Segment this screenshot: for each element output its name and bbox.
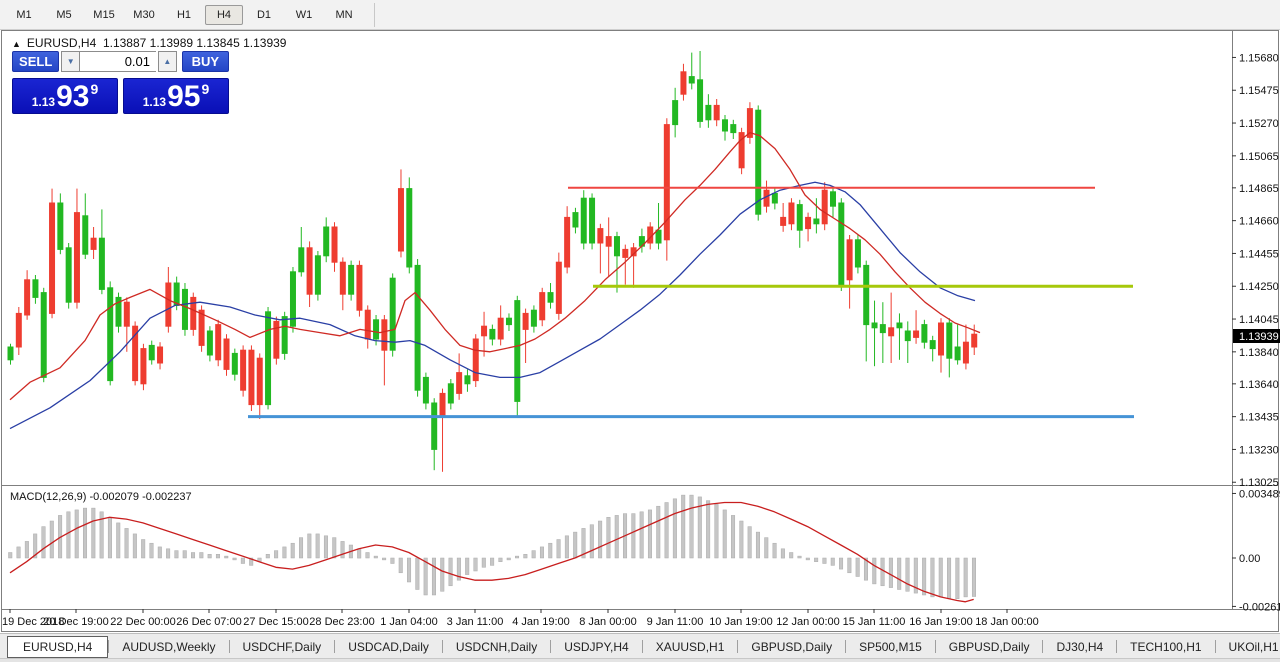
svg-text:4 Jan 19:00: 4 Jan 19:00 — [512, 616, 570, 628]
svg-text:27 Dec 15:00: 27 Dec 15:00 — [243, 616, 308, 628]
svg-text:1.14865: 1.14865 — [1239, 183, 1279, 195]
svg-text:15 Jan 11:00: 15 Jan 11:00 — [843, 616, 906, 628]
tab-dj30-h4[interactable]: DJ30,H4 — [1043, 637, 1116, 657]
timeframe-m30[interactable]: M30 — [125, 5, 163, 25]
svg-text:1.13025: 1.13025 — [1239, 477, 1279, 489]
tab-gbpusd-daily[interactable]: GBPUSD,Daily — [738, 637, 845, 657]
timeframe-m5[interactable]: M5 — [45, 5, 83, 25]
tab-usdcad-daily[interactable]: USDCAD,Daily — [335, 637, 442, 657]
status-strip — [0, 658, 1280, 662]
tab-ukoil-h1[interactable]: UKOil,H1 — [1216, 637, 1280, 657]
buy-price-prefix: 1.13 — [143, 95, 166, 109]
timeframe-m1[interactable]: M1 — [5, 5, 43, 25]
svg-text:-0.002617: -0.002617 — [1239, 601, 1280, 613]
chart-ohlc: 1.13887 1.13989 1.13845 1.13939 — [103, 36, 287, 50]
collapse-panel-icon[interactable]: ▲ — [12, 39, 21, 49]
svg-text:18 Jan 00:00: 18 Jan 00:00 — [975, 616, 1039, 628]
svg-text:1.15270: 1.15270 — [1239, 118, 1279, 130]
timeframe-d1[interactable]: D1 — [245, 5, 283, 25]
tab-sp500-m15[interactable]: SP500,M15 — [846, 637, 935, 657]
timeframe-m15[interactable]: M15 — [85, 5, 123, 25]
chart-title: ▲ EURUSD,H4 1.13887 1.13989 1.13845 1.139… — [12, 36, 286, 50]
svg-text:1.13230: 1.13230 — [1239, 444, 1279, 456]
svg-text:20 Dec 19:00: 20 Dec 19:00 — [43, 616, 108, 628]
buy-price-panel[interactable]: 1.13959 — [123, 78, 229, 114]
chart-canvas[interactable]: 1.15680 1.15475 1.15270 1.15065 1.14865 1.146… — [0, 30, 1280, 633]
svg-text:22 Dec 00:00: 22 Dec 00:00 — [110, 616, 175, 628]
svg-text:1.14045: 1.14045 — [1239, 314, 1279, 326]
buy-price-sup: 9 — [201, 81, 209, 97]
buy-price-big: 95 — [167, 82, 200, 112]
tab-usdchf-daily[interactable]: USDCHF,Daily — [230, 637, 335, 657]
volume-decrease-button[interactable]: ▼ — [61, 51, 80, 72]
tab-audusd-weekly[interactable]: AUDUSD,Weekly — [109, 637, 228, 657]
svg-text:1.15065: 1.15065 — [1239, 151, 1279, 163]
timeframe-mn[interactable]: MN — [325, 5, 363, 25]
svg-text:16 Jan 19:00: 16 Jan 19:00 — [909, 616, 973, 628]
svg-text:0.00: 0.00 — [1239, 553, 1260, 565]
timeframe-h1[interactable]: H1 — [165, 5, 203, 25]
timeframe-toolbar: M1M5M15M30H1H4D1W1MN — [0, 0, 1280, 30]
svg-text:28 Dec 23:00: 28 Dec 23:00 — [309, 616, 374, 628]
tab-eurusd-h4[interactable]: EURUSD,H4 — [7, 636, 108, 658]
timeframe-w1[interactable]: W1 — [285, 5, 323, 25]
svg-text:1.13640: 1.13640 — [1239, 379, 1279, 391]
timeframe-h4[interactable]: H4 — [205, 5, 243, 25]
tab-tech100-h1[interactable]: TECH100,H1 — [1117, 637, 1214, 657]
toolbar-separator — [374, 3, 375, 27]
chevron-down-icon: ▼ — [67, 57, 75, 66]
sell-price-sup: 9 — [90, 81, 98, 97]
sell-price-panel[interactable]: 1.13939 — [12, 78, 118, 114]
svg-text:1.14250: 1.14250 — [1239, 281, 1279, 293]
svg-text:1.15680: 1.15680 — [1239, 52, 1279, 64]
sell-button[interactable]: SELL — [12, 51, 59, 72]
chart-symbol: EURUSD,H4 — [27, 36, 96, 50]
svg-text:10 Jan 19:00: 10 Jan 19:00 — [709, 616, 773, 628]
svg-text:1.13435: 1.13435 — [1239, 412, 1279, 424]
timeframe-bar: M1M5M15M30H1H4D1W1MN — [4, 5, 364, 25]
svg-text:3 Jan 11:00: 3 Jan 11:00 — [447, 616, 504, 628]
svg-text:1.15475: 1.15475 — [1239, 85, 1279, 97]
tab-usdcnh-daily[interactable]: USDCNH,Daily — [443, 637, 550, 657]
svg-text:12 Jan 00:00: 12 Jan 00:00 — [776, 616, 840, 628]
volume-input[interactable] — [80, 51, 156, 72]
svg-text:1.14660: 1.14660 — [1239, 216, 1279, 228]
tab-xauusd-h1[interactable]: XAUUSD,H1 — [643, 637, 738, 657]
one-click-trading-panel: SELL ▼ ▲ BUY 1.13939 1.13959 — [12, 51, 229, 114]
svg-text:1.13840: 1.13840 — [1239, 347, 1279, 359]
svg-text:26 Dec 07:00: 26 Dec 07:00 — [176, 616, 241, 628]
sell-price-big: 93 — [56, 82, 89, 112]
svg-text:1.14455: 1.14455 — [1239, 248, 1279, 260]
chevron-up-icon: ▲ — [163, 57, 171, 66]
buy-button[interactable]: BUY — [182, 51, 229, 72]
sell-price-prefix: 1.13 — [32, 95, 55, 109]
svg-text:MACD(12,26,9) -0.002079 -0.002: MACD(12,26,9) -0.002079 -0.002237 — [10, 491, 192, 503]
tab-list: EURUSD,H4AUDUSD,WeeklyUSDCHF,DailyUSDCAD… — [0, 636, 1280, 658]
svg-text:8 Jan 00:00: 8 Jan 00:00 — [579, 616, 637, 628]
svg-text:1.13939: 1.13939 — [1239, 331, 1279, 343]
volume-increase-button[interactable]: ▲ — [158, 51, 177, 72]
svg-text:0.003489: 0.003489 — [1239, 488, 1280, 500]
svg-text:1 Jan 04:00: 1 Jan 04:00 — [380, 616, 438, 628]
tab-gbpusd-daily[interactable]: GBPUSD,Daily — [936, 637, 1043, 657]
chart-tab-bar: EURUSD,H4AUDUSD,WeeklyUSDCHF,DailyUSDCAD… — [0, 633, 1280, 659]
svg-text:9 Jan 11:00: 9 Jan 11:00 — [647, 616, 704, 628]
tab-usdjpy-h4[interactable]: USDJPY,H4 — [551, 637, 641, 657]
